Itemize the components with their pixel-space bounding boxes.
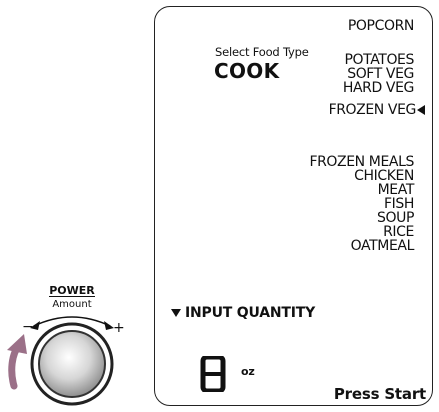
food-type-item[interactable]: HARD VEG <box>343 81 415 95</box>
food-type-item[interactable]: SOUP <box>309 211 414 225</box>
food-type-item[interactable]: CHICKEN <box>309 169 414 183</box>
food-type-item[interactable]: FROZEN MEALS <box>309 155 414 169</box>
food-type-item[interactable]: POPCORN <box>343 19 415 33</box>
food-type-item[interactable]: FISH <box>309 197 414 211</box>
input-quantity-row: INPUT QUANTITY <box>171 305 315 321</box>
food-type-item[interactable]: POTATOES <box>343 53 414 67</box>
seven-segment-digit-icon <box>200 354 226 394</box>
food-type-list-top: POPCORN POTATOES SOFT VEG HARD VEG <box>343 19 415 95</box>
select-food-type-label: Select Food Type <box>215 45 309 59</box>
food-type-selected-row: FROZEN VEG <box>329 103 425 117</box>
quantity-unit: oz <box>241 365 255 378</box>
food-type-item[interactable]: RICE <box>309 225 414 239</box>
knob-dial[interactable] <box>38 330 106 398</box>
input-quantity-label: INPUT QUANTITY <box>185 305 316 321</box>
display-panel: Select Food Type COOK POPCORN POTATOES S… <box>154 6 433 406</box>
press-start-label: Press Start <box>333 385 426 403</box>
food-type-item[interactable]: MEAT <box>309 183 415 197</box>
selection-pointer-icon <box>417 105 425 115</box>
food-type-item[interactable]: SOFT VEG <box>343 67 414 81</box>
food-type-item-selected[interactable]: FROZEN VEG <box>329 102 417 118</box>
down-pointer-icon <box>171 309 181 317</box>
power-label-underline <box>49 296 95 297</box>
cook-mode-label: COOK <box>214 59 280 83</box>
knob-graphic: − + <box>7 316 125 406</box>
food-type-list-bottom: FROZEN MEALS CHICKEN MEAT FISH SOUP RICE… <box>309 155 414 253</box>
rotate-arrow-icon <box>7 334 27 354</box>
plus-symbol: + <box>113 320 125 336</box>
quantity-seven-segment <box>200 354 226 397</box>
minus-symbol: − <box>22 319 34 335</box>
food-type-item[interactable]: OATMEAL <box>309 239 415 253</box>
